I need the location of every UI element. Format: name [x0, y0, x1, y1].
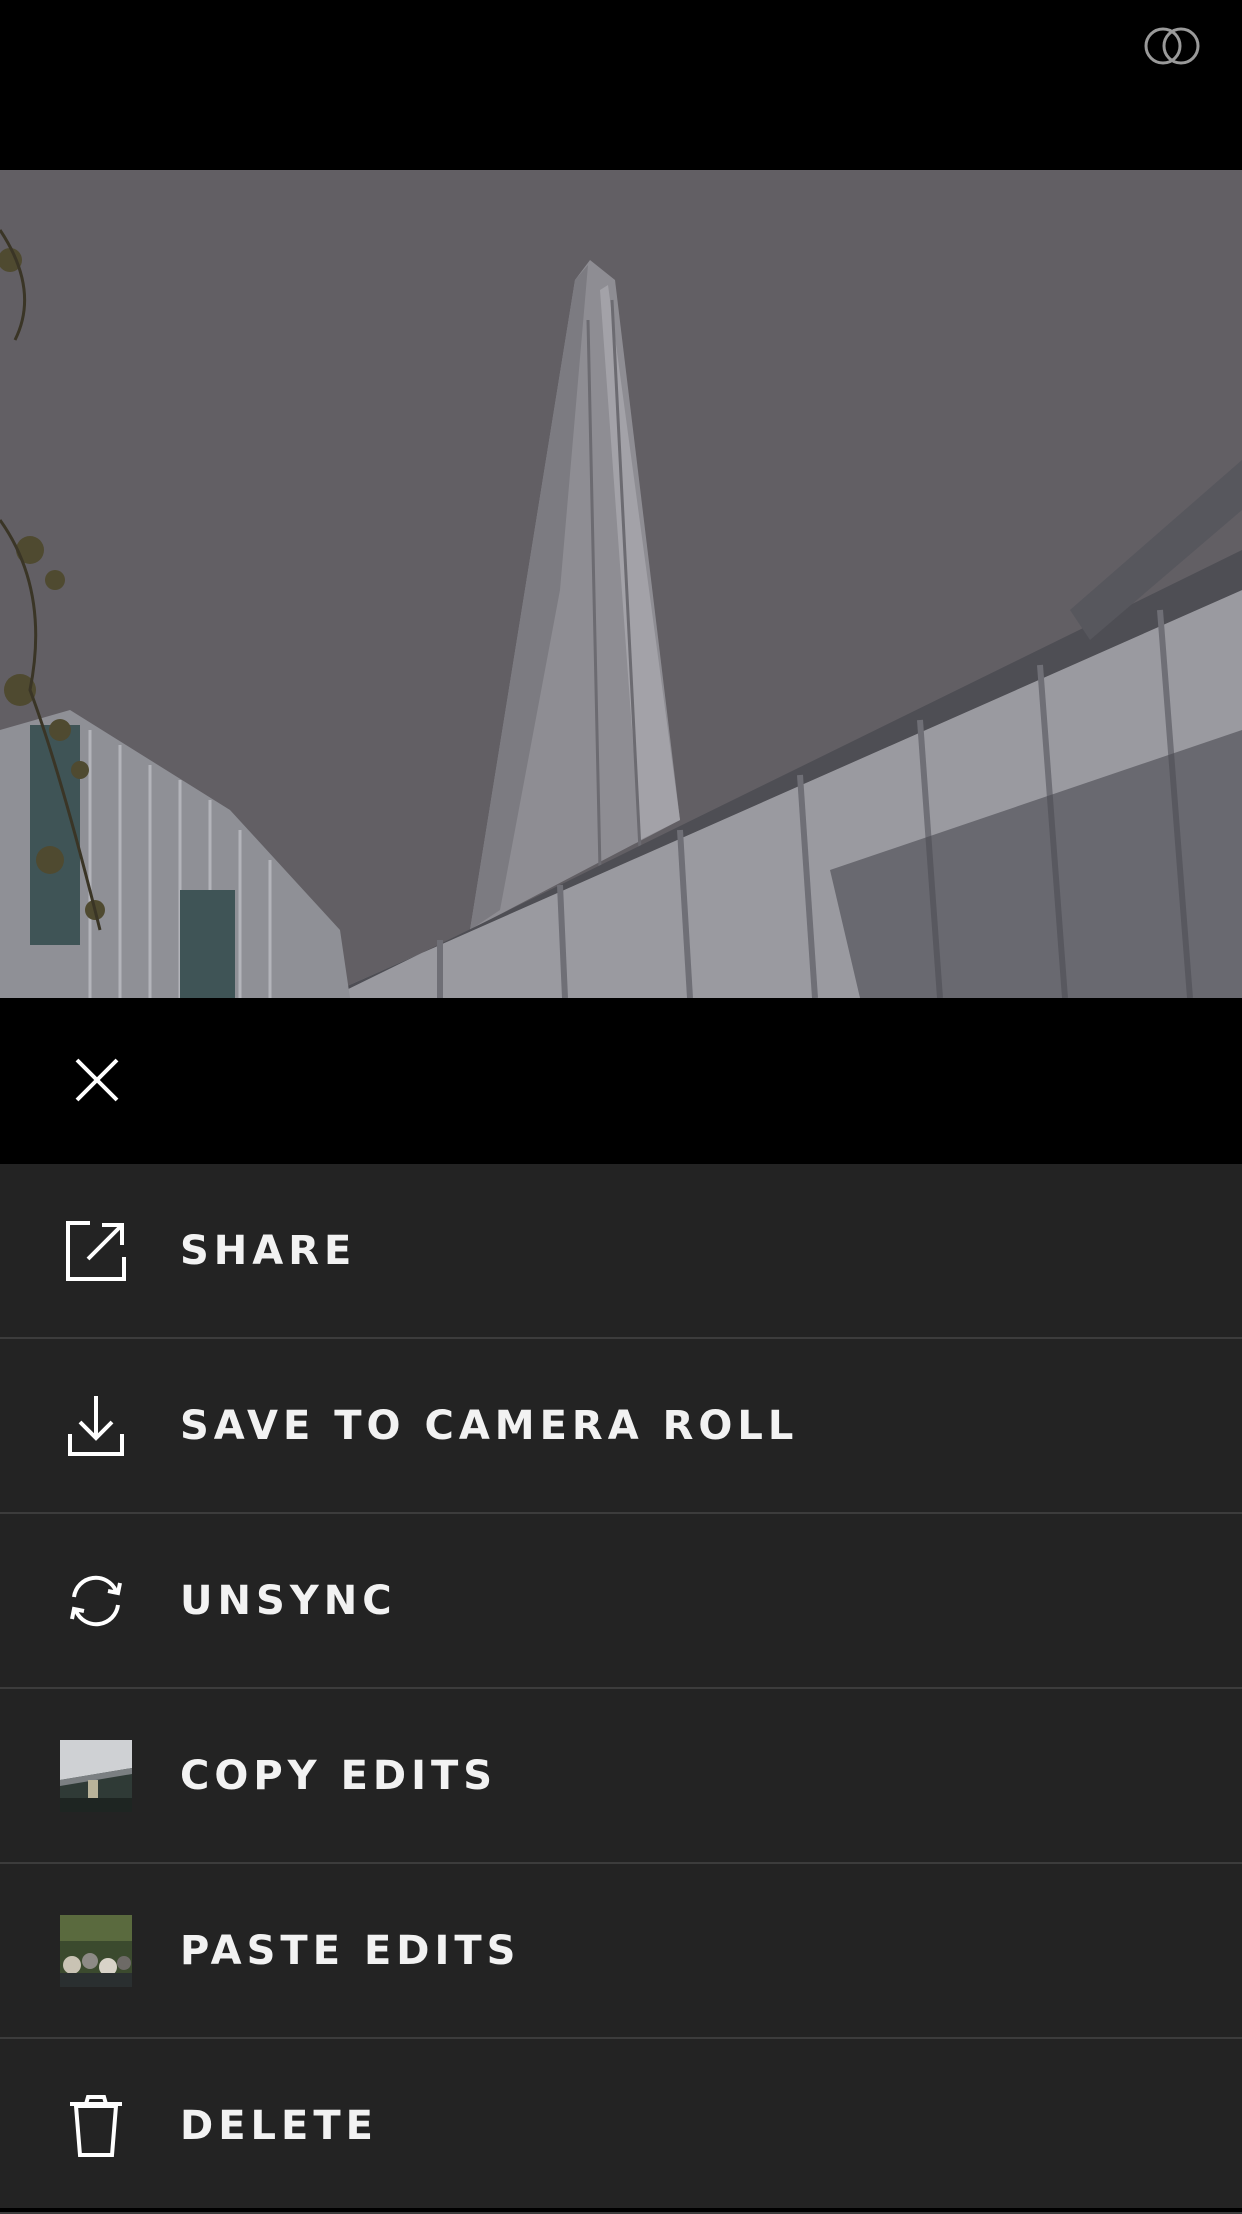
compare-circles-icon[interactable] [1140, 22, 1204, 70]
share-icon [58, 1213, 134, 1289]
delete-label: DELETE [180, 2102, 378, 2149]
share-button[interactable]: SHARE [0, 1164, 1242, 1339]
paste-edits-label: PASTE EDITS [180, 1927, 521, 1974]
paste-edits-button[interactable]: PASTE EDITS [0, 1864, 1242, 2039]
save-to-camera-roll-button[interactable]: SAVE TO CAMERA ROLL [0, 1339, 1242, 1514]
sync-icon [58, 1563, 134, 1639]
close-icon[interactable] [60, 1043, 134, 1117]
actions-menu: SHARE SAVE TO CAMERA ROLL UNSYNC COPY ED… [0, 1164, 1242, 2214]
copy-edits-thumbnail [58, 1738, 134, 1814]
unsync-label: UNSYNC [180, 1577, 397, 1624]
download-icon [58, 1388, 134, 1464]
photo-preview [0, 170, 1242, 998]
top-bar [0, 0, 1242, 170]
save-to-camera-roll-label: SAVE TO CAMERA ROLL [180, 1402, 799, 1449]
delete-button[interactable]: DELETE [0, 2039, 1242, 2214]
unsync-button[interactable]: UNSYNC [0, 1514, 1242, 1689]
copy-edits-button[interactable]: COPY EDITS [0, 1689, 1242, 1864]
close-bar [0, 998, 1242, 1164]
trash-icon [58, 2088, 134, 2164]
paste-edits-thumbnail [58, 1913, 134, 1989]
share-label: SHARE [180, 1227, 357, 1274]
copy-edits-label: COPY EDITS [180, 1752, 498, 1799]
